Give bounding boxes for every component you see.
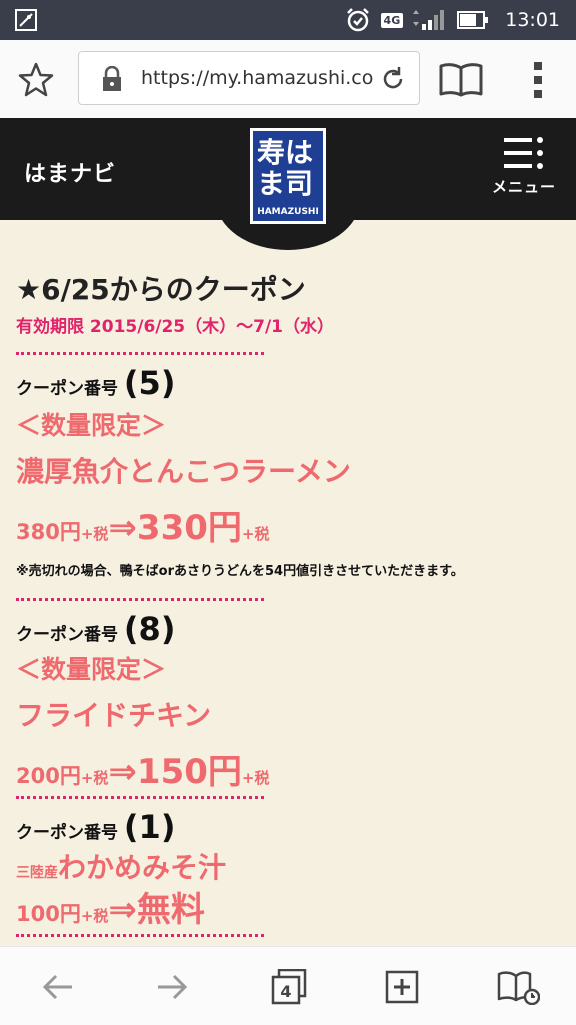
coupon-price: 380円+税⇒330円+税 [16, 500, 269, 549]
coupon-number: (8) [123, 610, 176, 648]
coupon-item-name: フライドチキン [16, 699, 212, 732]
logo-kanji: 寿はま司 [257, 136, 314, 200]
limited-quantity-badge: ＜数量限定＞ [16, 655, 167, 684]
new-price: 150円 [136, 752, 242, 792]
coupon-item-title: わかめみそ汁 [58, 851, 227, 884]
signal-icon [413, 10, 445, 30]
reading-mode-icon[interactable] [438, 60, 484, 98]
coupon-price: 100円+税⇒無料 [16, 882, 205, 931]
tax-label: +税 [80, 769, 109, 787]
divider [16, 796, 264, 799]
coupon-number-label: クーポン番号 (8) [16, 610, 175, 648]
menu-label: メニュー [491, 178, 556, 196]
bookmarks-history-icon[interactable] [496, 969, 540, 1005]
new-tab-icon[interactable] [384, 969, 420, 1005]
new-price: 無料 [136, 890, 205, 930]
divider [16, 934, 264, 937]
browser-toolbar: https://my.hamazushi.co [0, 40, 576, 118]
tab-count: 4 [280, 982, 292, 1001]
tax-label: +税 [80, 525, 109, 543]
clock: 13:01 [505, 9, 560, 31]
old-price: 380円 [16, 520, 81, 544]
coupon-number: (1) [123, 808, 176, 846]
logo-badge: 寿はま司 HAMAZUSHI [250, 128, 326, 224]
url-text: https://my.hamazushi.co [141, 67, 374, 89]
coupon-label-text: クーポン番号 [16, 379, 118, 399]
new-price: 330円 [136, 508, 242, 548]
coupon-label-text: クーポン番号 [16, 823, 118, 843]
limited-quantity-badge: ＜数量限定＞ [16, 411, 167, 440]
alarm-icon [346, 8, 369, 32]
logo-text: HAMAZUSHI [257, 207, 319, 217]
overflow-menu-icon[interactable] [526, 60, 550, 100]
lock-icon [103, 66, 121, 91]
coupon-number-label: クーポン番号 (1) [16, 808, 175, 846]
validity-period: 有効期限 2015/6/25（木）～7/1（水） [16, 317, 335, 337]
forward-arrow-icon[interactable] [154, 969, 190, 1005]
divider [16, 352, 264, 355]
coupon-item-name: 濃厚魚介とんこつラーメン [16, 455, 351, 488]
browser-bottom-bar: 4 [0, 946, 576, 1025]
coupon-label-text: クーポン番号 [16, 625, 118, 645]
arrow: ⇒ [108, 890, 137, 930]
old-price: 100円 [16, 902, 81, 926]
site-logo[interactable]: 寿はま司 HAMAZUSHI [216, 118, 360, 250]
coupon-price: 200円+税⇒150円+税 [16, 744, 269, 793]
page-heading: ★6/25からのクーポン [16, 273, 306, 306]
photo-notification-icon [15, 9, 37, 31]
hamburger-menu-icon [504, 137, 543, 169]
arrow: ⇒ [108, 508, 137, 548]
url-bar[interactable]: https://my.hamazushi.co [78, 51, 420, 105]
back-arrow-icon[interactable] [40, 969, 76, 1005]
site-menu-button[interactable]: メニュー [488, 136, 560, 208]
bookmark-star-icon[interactable] [16, 60, 56, 100]
logo-inner: 寿はま司 HAMAZUSHI [253, 131, 323, 221]
tabs-button[interactable]: 4 [270, 968, 310, 1005]
coupon-number: (5) [123, 364, 176, 402]
arrow: ⇒ [108, 752, 137, 792]
origin-prefix: 三陸産 [16, 865, 58, 881]
divider [16, 598, 264, 601]
site-title[interactable]: はまナビ [24, 156, 116, 188]
status-bar: 4G 13:01 [0, 0, 576, 40]
coupon-number-label: クーポン番号 (5) [16, 364, 175, 402]
coupon-item-name: 三陸産わかめみそ汁 [16, 846, 226, 886]
old-price: 200円 [16, 764, 81, 788]
tax-label: +税 [80, 907, 109, 925]
tax-label: +税 [241, 525, 270, 543]
reload-icon[interactable] [379, 65, 407, 93]
network-type-badge: 4G [380, 12, 404, 28]
coupon-note: ※売切れの場合、鴨そばorあさりうどんを54円値引きさせていただきます。 [16, 564, 464, 579]
battery-icon [457, 11, 489, 29]
tax-label: +税 [241, 769, 270, 787]
